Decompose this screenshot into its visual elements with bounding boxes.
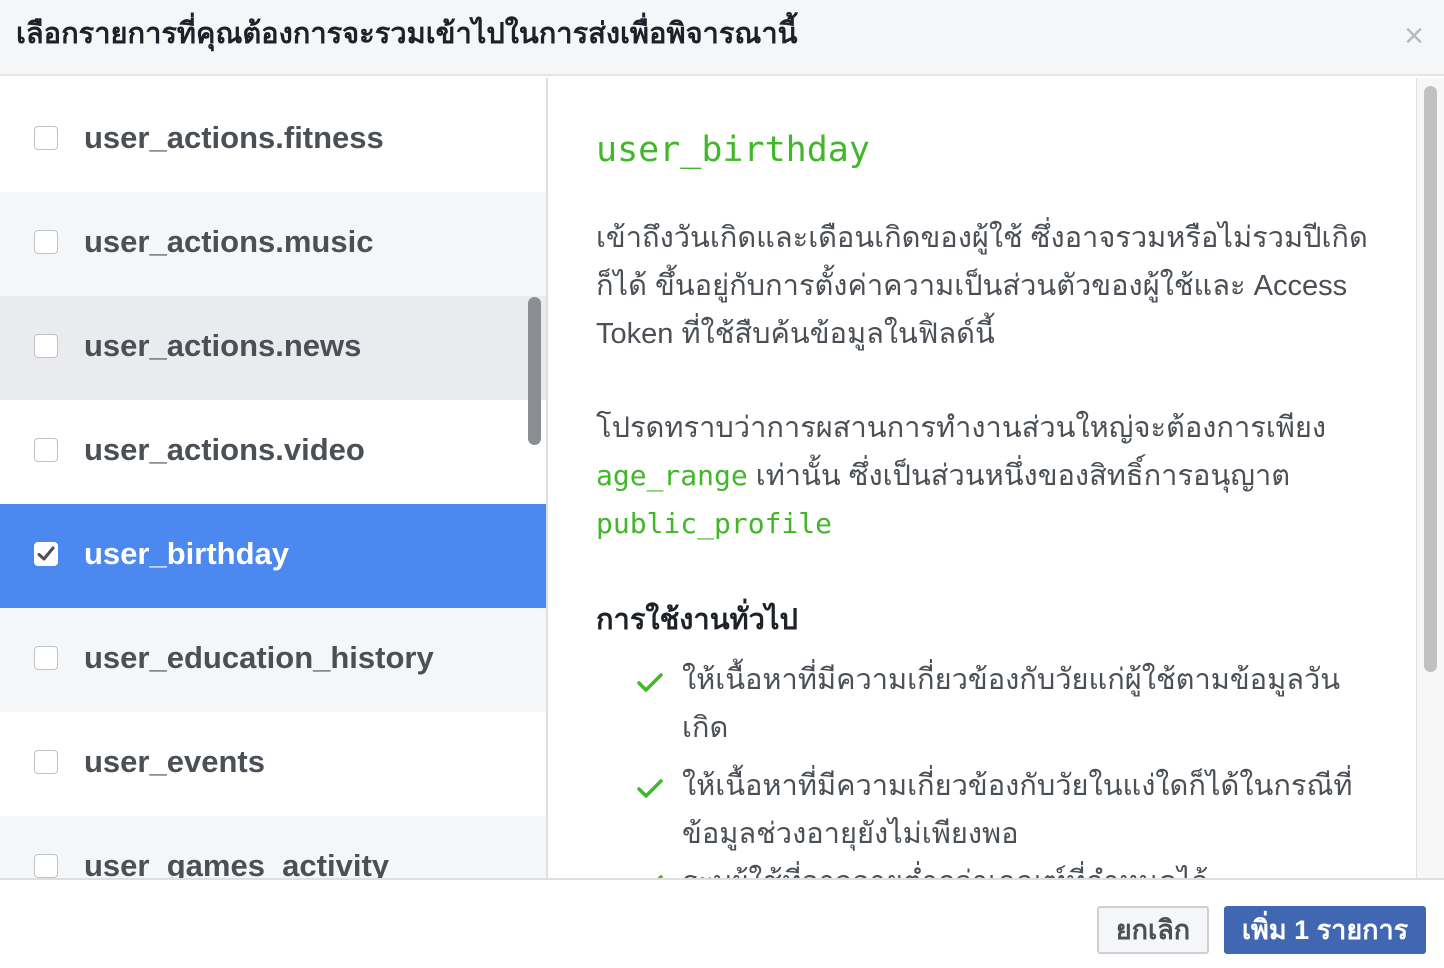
permission-item-selected[interactable]: user_birthday: [0, 504, 546, 608]
list-scrollbar[interactable]: [528, 297, 541, 445]
dialog-header: เลือกรายการที่คุณต้องการจะรวมเข้าไปในการ…: [0, 0, 1444, 76]
detail-description: เข้าถึงวันเกิดและเดือนเกิดของผู้ใช้ ซึ่ง…: [596, 222, 1368, 350]
permission-item[interactable]: user_education_history: [0, 608, 546, 712]
permission-label: user_actions.music: [84, 224, 374, 259]
detail-title: user_birthday: [596, 130, 870, 170]
permission-list: user_actions.fitness user_actions.music …: [0, 88, 546, 878]
dialog-footer: ยกเลิก เพิ่ม 1 รายการ: [0, 878, 1444, 968]
code-public-profile: public_profile: [596, 507, 833, 540]
permission-item[interactable]: user_actions.music: [0, 192, 546, 296]
permission-checkbox[interactable]: [34, 750, 58, 774]
detail-scrollbar[interactable]: [1424, 86, 1437, 672]
use-case-text: ระบุผู้ใช้ที่อาจอายุต่ำกว่าเกณฑ์ที่กำหนด…: [682, 858, 1362, 878]
permission-checkbox[interactable]: [34, 126, 58, 150]
permission-checkbox[interactable]: [34, 438, 58, 462]
permission-checkbox-checked[interactable]: [34, 542, 58, 566]
permission-checkbox[interactable]: [34, 646, 58, 670]
permission-label: user_actions.fitness: [84, 120, 384, 155]
dialog-title: เลือกรายการที่คุณต้องการจะรวมเข้าไปในการ…: [16, 18, 798, 50]
add-items-button[interactable]: เพิ่ม 1 รายการ: [1224, 906, 1426, 954]
detail-note: โปรดทราบว่าการผสานการทำงานส่วนใหญ่จะต้อง…: [596, 404, 1376, 548]
note-text: เท่านั้น ซึ่งเป็นส่วนหนึ่งของสิทธิ์การอน…: [747, 460, 1291, 492]
select-permissions-dialog: เลือกรายการที่คุณต้องการจะรวมเข้าไปในการ…: [0, 0, 1444, 968]
checkmark-icon: [637, 779, 663, 798]
note-text: โปรดทราบว่าการผสานการทำงานส่วนใหญ่จะต้อง…: [596, 412, 1327, 444]
permission-label: user_education_history: [84, 640, 434, 675]
uses-heading: การใช้งานทั่วไป: [596, 604, 798, 636]
permission-label: user_games_activity: [84, 848, 390, 878]
permission-checkbox[interactable]: [34, 334, 58, 358]
permission-detail: user_birthday เข้าถึงวันเกิดและเดือนเกิด…: [548, 78, 1416, 878]
permission-label: user_events: [84, 744, 265, 779]
permission-label: user_birthday: [84, 536, 290, 571]
permission-item[interactable]: user_actions.video: [0, 400, 546, 504]
permission-item[interactable]: user_actions.news: [0, 296, 546, 400]
close-icon[interactable]: ×: [1398, 19, 1430, 53]
permission-item[interactable]: user_actions.fitness: [0, 88, 546, 192]
checkmark-icon: [37, 546, 55, 561]
permission-label: user_actions.video: [84, 432, 365, 467]
code-age-range: age_range: [596, 459, 748, 492]
permission-label: user_actions.news: [84, 328, 362, 363]
permission-item[interactable]: user_events: [0, 712, 546, 816]
use-case-text: ให้เนื้อหาที่มีความเกี่ยวข้องกับวัยแก่ผู…: [682, 664, 1341, 744]
cancel-button[interactable]: ยกเลิก: [1097, 906, 1209, 954]
use-case-text: ให้เนื้อหาที่มีความเกี่ยวข้องกับวัยในแง่…: [682, 770, 1353, 850]
permission-item[interactable]: user_games_activity: [0, 816, 546, 878]
checkmark-icon: [637, 673, 663, 692]
permission-checkbox[interactable]: [34, 854, 58, 878]
permission-checkbox[interactable]: [34, 230, 58, 254]
